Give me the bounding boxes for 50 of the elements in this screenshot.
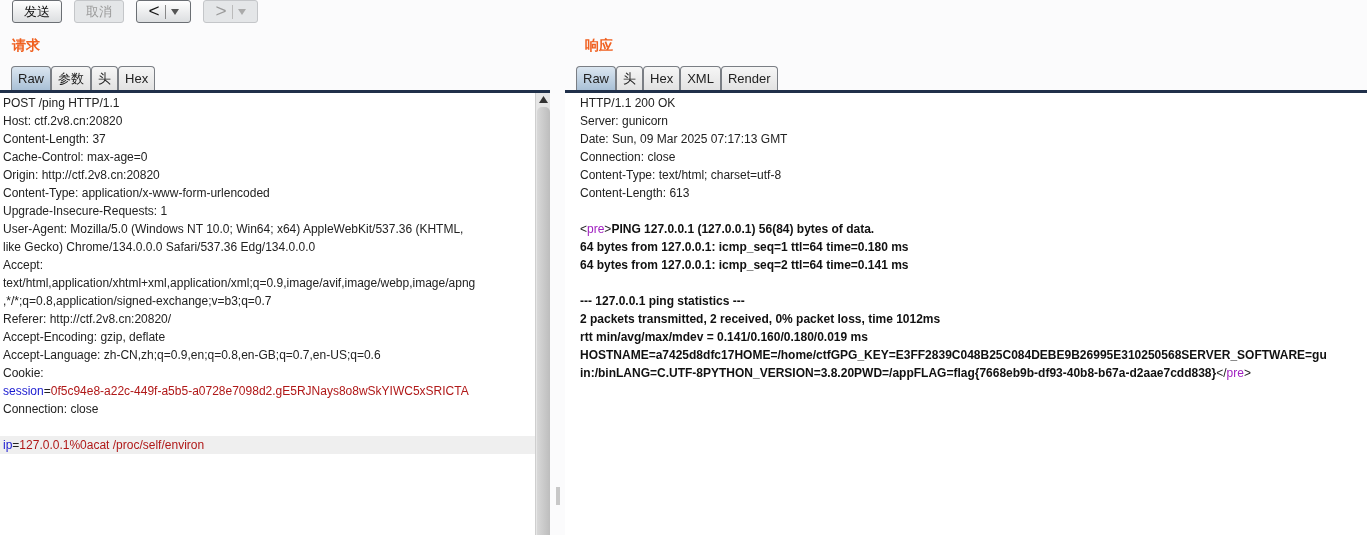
code-line: Connection: close (579, 149, 677, 166)
panel-heading: 响应 (584, 36, 614, 53)
code-line: text/html,application/xhtml+xml,application/xml;q=0.9,image/avif,image/webp,image/apng (2, 275, 477, 292)
tab[interactable]: 头 (616, 66, 643, 90)
code-line: Content-Type: text/html; charset=utf-8 (579, 167, 783, 184)
code-line: Content-Length: 613 (579, 185, 691, 202)
code-line: <pre>PING 127.0.0.1 (127.0.0.1) 56(84) bytes of data. (579, 221, 876, 238)
code-line: HTTP/1.1 200 OK (579, 95, 677, 112)
code-line: in:/binLANG=C.UTF-8PYTHON_VERSION=3.8.20PWD=/appFLAG=flag{7668eb9b-df93-40b8-b67a-d2aae7cdd838}</pre> (579, 365, 1252, 382)
code-line: 64 bytes from 127.0.0.1: icmp_seq=2 ttl=64 time=0.141 ms (579, 257, 910, 274)
tab[interactable]: Hex (118, 66, 156, 90)
code-line: Cache-Control: max-age=0 (2, 149, 149, 166)
code-line: User-Agent: Mozilla/5.0 (Windows NT 10.0; Win64; x64) AppleWebKit/537.36 (KHTML, (2, 221, 465, 238)
code-line: Referer: http://ctf.2v8.cn:20820/ (2, 311, 173, 328)
code-line: 64 bytes from 127.0.0.1: icmp_seq=1 ttl=64 time=0.180 ms (579, 239, 910, 256)
code-line: Content-Type: application/x-www-form-urlencoded (2, 185, 271, 202)
tab[interactable]: 参数 (51, 66, 91, 90)
toolbar-button[interactable]: 发送 (12, 0, 62, 23)
code-line: Accept-Language: zh-CN,zh;q=0.9,en;q=0.8,en-GB;q=0.7,en-US;q=0.6 (2, 347, 382, 364)
caret-icon (237, 8, 246, 15)
code-line: rtt min/avg/max/mdev = 0.141/0.160/0.180/0.019 ms (579, 329, 869, 346)
history-button[interactable]: < (136, 0, 191, 23)
split-handle[interactable] (555, 487, 560, 505)
code-line: HOSTNAME=a7425d8dfc17HOME=/home/ctfGPG_KEY=E3FF2839C048B25C084DEBE9B26995E310250568SERVER_SOFTWARE=gu (579, 347, 1328, 364)
code-line: --- 127.0.0.1 ping statistics --- (579, 293, 746, 310)
tab[interactable]: 头 (91, 66, 118, 90)
code-line: Host: ctf.2v8.cn:20820 (2, 113, 124, 130)
code-line: Origin: http://ctf.2v8.cn:20820 (2, 167, 161, 184)
code-line: Upgrade-Insecure-Requests: 1 (2, 203, 169, 220)
tab[interactable]: Raw (11, 66, 51, 90)
tab[interactable]: Raw (576, 66, 616, 90)
tab[interactable]: Hex (643, 66, 681, 90)
code-line: session=0f5c94e8-a22c-449f-a5b5-a0728e7098d2.gE5RJNays8o8wSkYIWC5xSRICTA (2, 383, 470, 400)
caret-icon (170, 8, 179, 15)
code-line: Accept: (2, 257, 45, 274)
code-line: Cookie: (2, 365, 45, 382)
code-line: 2 packets transmitted, 2 received, 0% packet loss, time 1012ms (579, 311, 942, 328)
scrollbar[interactable] (535, 93, 550, 535)
code-line: like Gecko) Chrome/134.0.0.0 Safari/537.36 Edg/134.0.0.0 (2, 239, 317, 256)
tab[interactable]: Render (720, 66, 778, 90)
code-line: Accept-Encoding: gzip, deflate (2, 329, 167, 346)
tab[interactable]: XML (680, 66, 721, 90)
code-line: Server: gunicorn (579, 113, 670, 130)
code-line: Date: Sun, 09 Mar 2025 07:17:13 GMT (579, 131, 789, 148)
panel-heading: 请求 (11, 36, 41, 53)
code-line: Connection: close (2, 401, 100, 418)
code-line: Content-Length: 37 (2, 131, 107, 148)
code-line: ,*/*;q=0.8,application/signed-exchange;v=b3;q=0.7 (2, 293, 273, 310)
code-line: POST /ping HTTP/1.1 (2, 95, 121, 112)
scroll-up-icon[interactable] (538, 96, 548, 103)
